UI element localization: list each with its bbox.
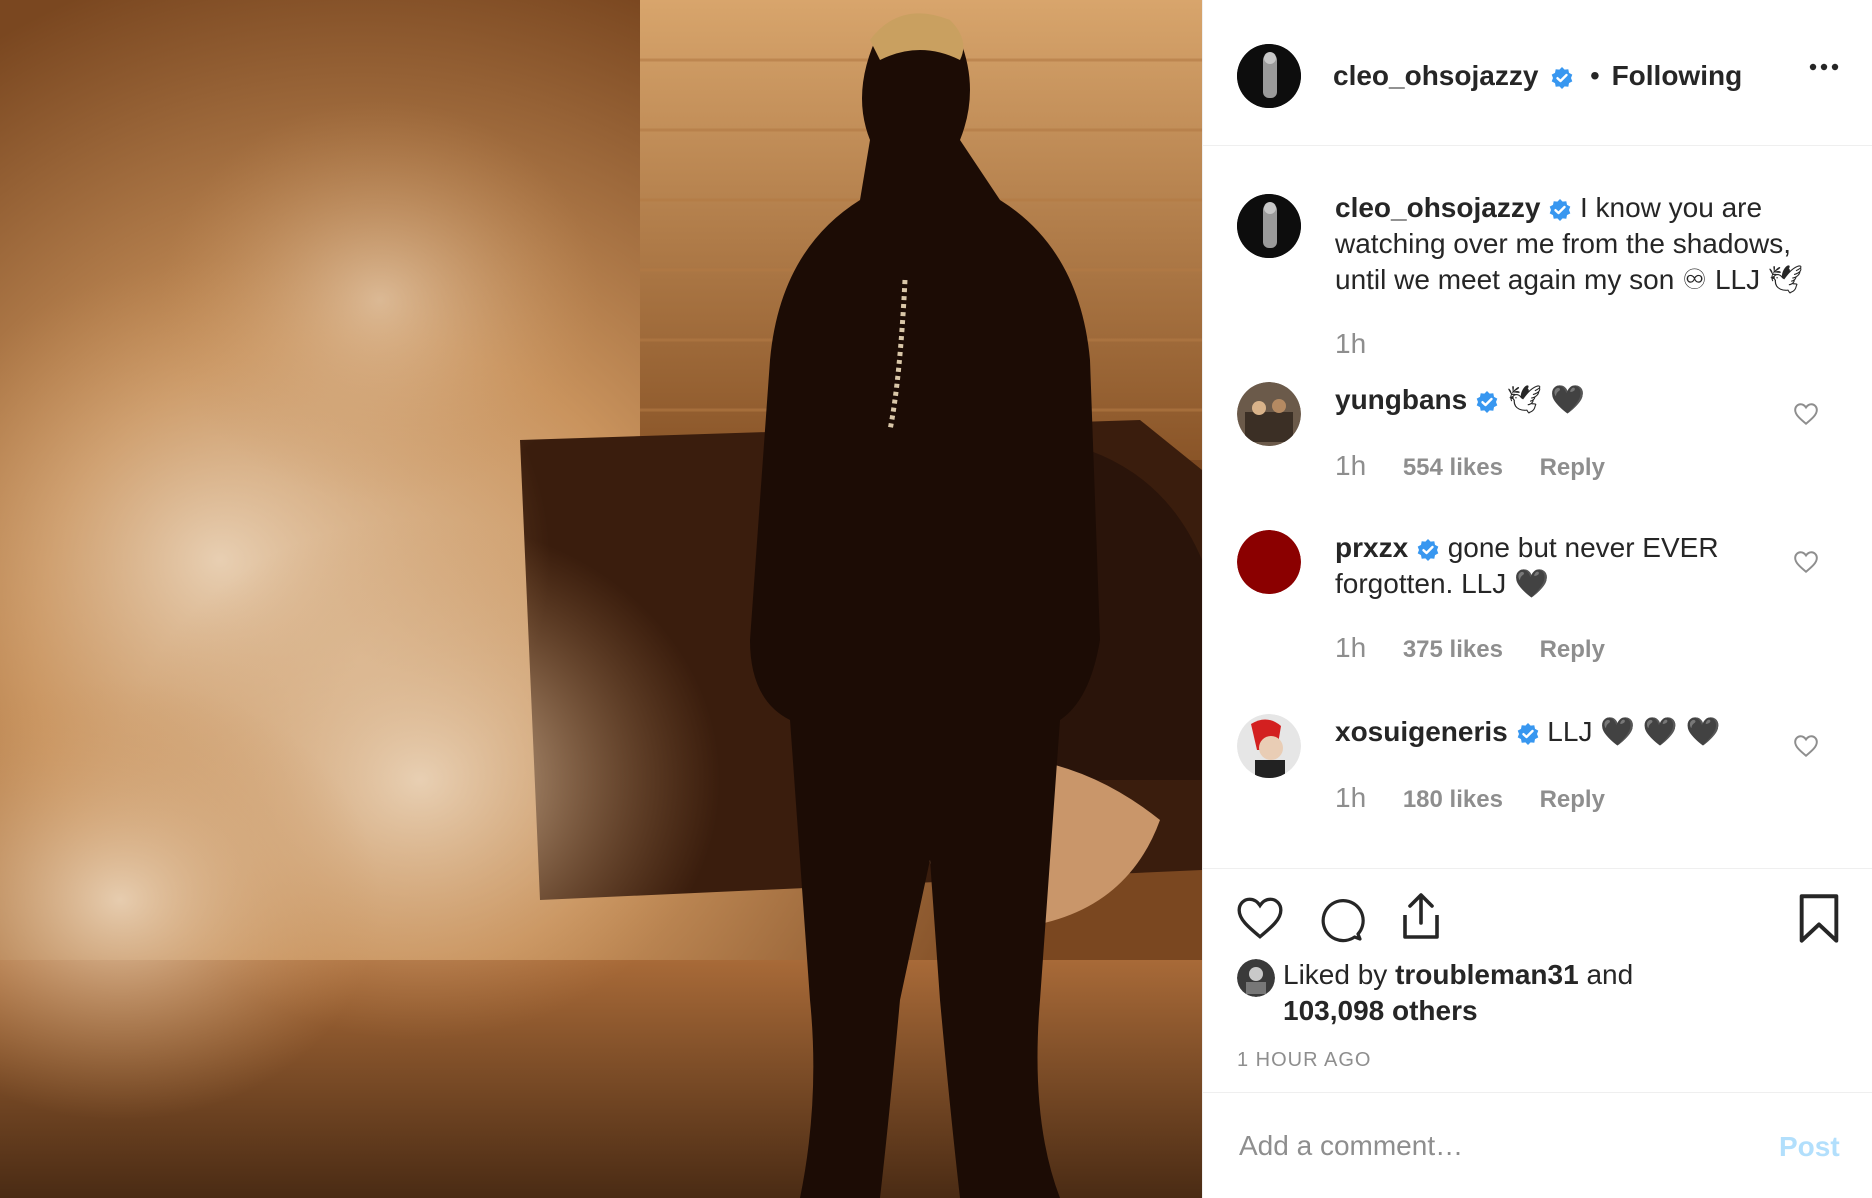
comment-avatar[interactable] <box>1237 714 1301 778</box>
comment-time: 1h <box>1335 782 1367 813</box>
comment-like-heart-icon[interactable] <box>1793 550 1819 579</box>
comment-likes-count[interactable]: 375 likes <box>1403 636 1503 663</box>
verified-badge-icon <box>1551 66 1573 89</box>
comment-like-heart-icon[interactable] <box>1793 402 1819 431</box>
comment-meta: 1h 375 likes Reply <box>1335 632 1635 664</box>
comment-avatar[interactable] <box>1237 530 1301 594</box>
more-options-icon[interactable] <box>1809 60 1839 78</box>
post-comment-button[interactable]: Post <box>1779 1131 1840 1163</box>
verified-badge-icon <box>1517 722 1538 745</box>
author-username[interactable]: cleo_ohsojazzy <box>1333 60 1538 91</box>
comment-time: 1h <box>1335 450 1367 481</box>
caption-time: 1h <box>1335 328 1367 359</box>
caption-text-block: cleo_ohsojazzy I know you are watching o… <box>1335 190 1833 298</box>
verified-badge-icon <box>1476 390 1498 413</box>
liked-by-user[interactable]: troubleman31 <box>1395 959 1579 990</box>
verified-badge-icon <box>1417 538 1439 561</box>
caption-username[interactable]: cleo_ohsojazzy <box>1335 192 1540 223</box>
save-bookmark-icon[interactable] <box>1797 893 1841 950</box>
comment-item: xosuigeneris LLJ 🖤 🖤 🖤 1h 180 likes Repl… <box>1203 714 1872 832</box>
liked-by-others[interactable]: 103,098 others <box>1283 995 1478 1026</box>
comment-like-heart-icon[interactable] <box>1793 734 1819 763</box>
post-side-panel: cleo_ohsojazzy • Following cleo_ohsojazz… <box>1202 0 1872 1198</box>
comment-text: LLJ 🖤 🖤 🖤 <box>1547 716 1721 747</box>
comment-meta: 1h 554 likes Reply <box>1335 450 1635 482</box>
comment-item: yungbans 🕊 🖤 1h 554 likes Reply <box>1203 382 1872 500</box>
comment-text: 🕊 🖤 <box>1506 384 1585 415</box>
liked-by-text: Liked by troubleman31 and 103,098 others <box>1283 957 1763 1029</box>
comment-meta: 1h 180 likes Reply <box>1335 782 1635 814</box>
like-heart-icon[interactable] <box>1235 895 1285 946</box>
comment-text-block: prxzx gone but never EVER forgotten. LLJ… <box>1335 530 1763 602</box>
liked-by-avatar[interactable] <box>1237 959 1275 997</box>
comment-bubble-icon[interactable] <box>1317 895 1365 948</box>
following-button[interactable]: Following <box>1612 60 1743 91</box>
reply-button[interactable]: Reply <box>1540 786 1605 813</box>
comment-likes-count[interactable]: 554 likes <box>1403 454 1503 481</box>
caption-meta: 1h <box>1335 328 1396 360</box>
header-title-row: cleo_ohsojazzy • Following <box>1333 58 1742 94</box>
add-comment-input[interactable] <box>1237 1123 1721 1169</box>
author-avatar[interactable] <box>1237 44 1301 108</box>
comment-time: 1h <box>1335 632 1367 663</box>
add-comment-bar: Post <box>1203 1092 1872 1198</box>
comment-username[interactable]: yungbans <box>1335 384 1467 415</box>
comment-item: prxzx gone but never EVER forgotten. LLJ… <box>1203 530 1872 670</box>
caption: cleo_ohsojazzy I know you are watching o… <box>1203 190 1872 370</box>
post-timestamp[interactable]: 1 HOUR AGO <box>1237 1049 1371 1072</box>
comment-likes-count[interactable]: 180 likes <box>1403 786 1503 813</box>
liked-by-prefix: Liked by <box>1283 959 1388 990</box>
photo-illustration <box>0 0 1202 1198</box>
reply-button[interactable]: Reply <box>1540 636 1605 663</box>
comment-text-block: xosuigeneris LLJ 🖤 🖤 🖤 <box>1335 714 1763 750</box>
reply-button[interactable]: Reply <box>1540 454 1605 481</box>
comment-text-block: yungbans 🕊 🖤 <box>1335 382 1763 418</box>
post-photo[interactable] <box>0 0 1202 1198</box>
comment-avatar[interactable] <box>1237 382 1301 446</box>
verified-badge-icon <box>1549 198 1571 221</box>
share-icon[interactable] <box>1397 891 1445 948</box>
post-header: cleo_ohsojazzy • Following <box>1203 0 1872 146</box>
follow-separator: • <box>1589 60 1600 91</box>
comment-username[interactable]: xosuigeneris <box>1335 716 1508 747</box>
liked-by-and: and <box>1586 959 1634 990</box>
comment-username[interactable]: prxzx <box>1335 532 1408 563</box>
caption-avatar[interactable] <box>1237 194 1301 258</box>
